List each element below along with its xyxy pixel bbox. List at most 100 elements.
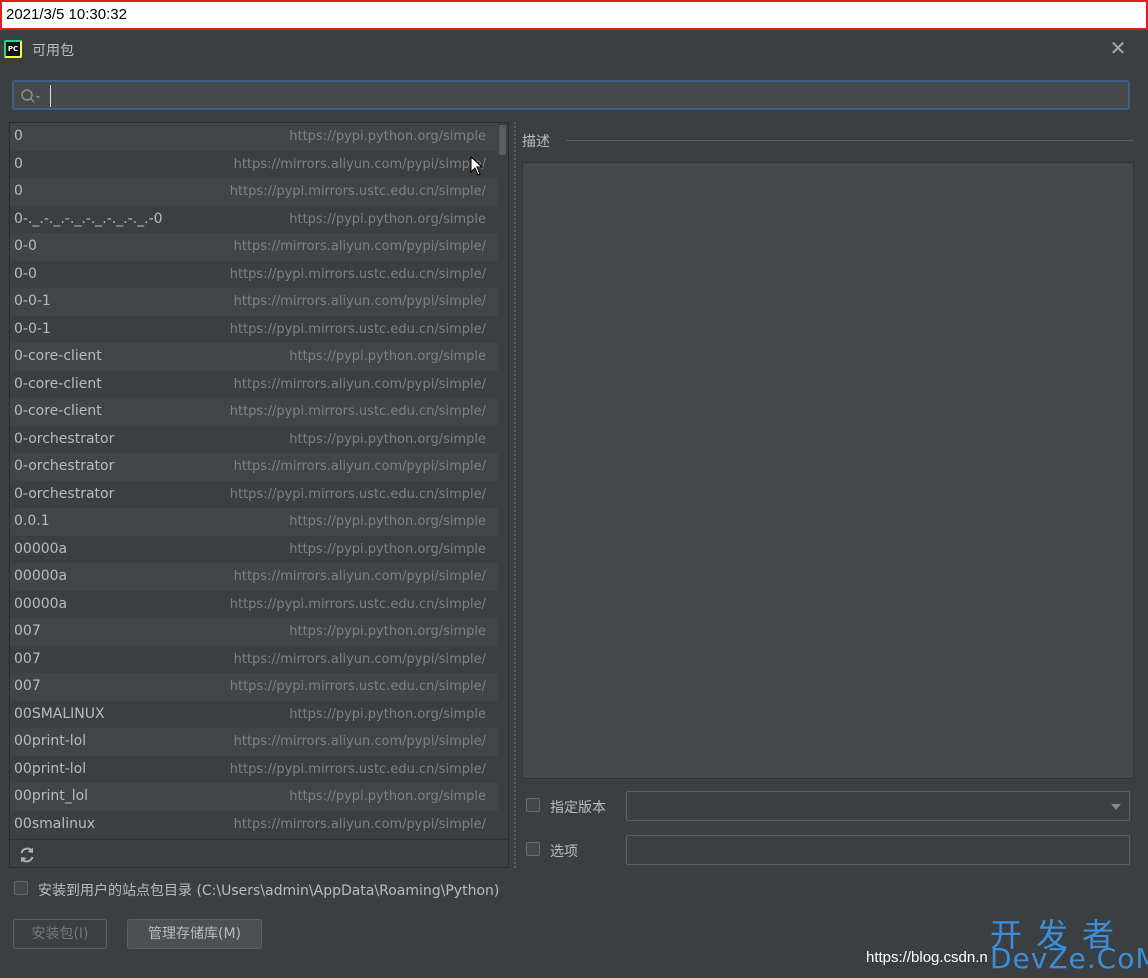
package-repository: https://pypi.python.org/simple <box>289 541 486 557</box>
package-name: 0-core-client <box>14 348 102 364</box>
package-name: 00smalinux <box>14 815 96 832</box>
version-select[interactable] <box>626 791 1130 821</box>
package-row[interactable]: 00print-lol https://mirrors.aliyun.com/py… <box>10 728 498 756</box>
package-repository: https://mirrors.aliyun.com/pypi/simple/ <box>233 156 486 172</box>
watermark-logo: 开发者 DevZe.CoM <box>990 910 1148 976</box>
package-name: 00print-lol <box>14 733 87 749</box>
package-row[interactable]: 0-core-client https://pypi.mirrors.ustc.e… <box>10 398 498 426</box>
package-row[interactable]: 00print-lol https://pypi.mirrors.ustc.edu… <box>10 756 498 784</box>
close-button[interactable]: ✕ <box>1108 38 1128 58</box>
package-repository: https://pypi.python.org/simple <box>289 129 486 144</box>
mouse-cursor-icon <box>470 156 484 176</box>
package-name: 0-._.-._.-._.-._.-._.-._.-0 <box>14 210 163 227</box>
package-row[interactable]: 0 https://mirrors.aliyun.com/pypi/simple/ <box>10 151 498 179</box>
list-toolbar <box>10 839 508 867</box>
package-row[interactable]: 00SMALINUX https://pypi.python.org/simple <box>10 701 498 729</box>
package-repository: https://pypi.mirrors.ustc.edu.cn/simple/ <box>229 321 486 337</box>
package-name: 0.0.1 <box>14 513 50 529</box>
package-name: 00print-lol <box>14 760 87 777</box>
search-input[interactable] <box>50 85 1127 107</box>
options-label: 选项 <box>550 844 578 860</box>
package-row[interactable]: 0-core-client https://pypi.python.org/sim… <box>10 343 498 371</box>
package-row[interactable]: 00000a https://pypi.python.org/simple <box>10 536 498 564</box>
package-row[interactable]: 0-._.-._.-._.-._.-._.-._.-0 https://pypi.… <box>10 206 498 234</box>
package-row[interactable]: 007 https://pypi.mirrors.ustc.edu.cn/simp… <box>10 673 498 701</box>
package-row[interactable]: 00print_lol https://pypi.python.org/simpl… <box>10 783 498 811</box>
window-title: 可用包 <box>32 43 74 59</box>
description-label: 描述 <box>522 134 550 150</box>
package-repository: https://mirrors.aliyun.com/pypi/simple/ <box>233 816 486 832</box>
options-input[interactable] <box>626 835 1130 865</box>
watermark-logo-bottom: DevZe.CoM <box>990 942 1148 975</box>
package-name: 0 <box>14 128 23 144</box>
description-divider <box>566 140 1134 141</box>
package-row[interactable]: 00000a https://pypi.mirrors.ustc.edu.cn/s… <box>10 591 498 619</box>
package-repository: https://mirrors.aliyun.com/pypi/simple/ <box>233 294 486 309</box>
package-name: 0-0 <box>14 238 37 254</box>
timestamp-bar: 2021/3/5 10:30:32 <box>0 0 1148 30</box>
package-repository: https://pypi.python.org/simple <box>289 431 486 447</box>
package-name: 00000a <box>14 540 68 557</box>
package-row[interactable]: 0.0.1 https://pypi.python.org/simple <box>10 508 498 536</box>
package-row[interactable]: 0-0-1 https://mirrors.aliyun.com/pypi/sim… <box>10 288 498 316</box>
watermark-url: https://blog.csdn.n <box>866 949 988 966</box>
package-repository: https://pypi.python.org/simple <box>289 706 486 722</box>
description-area <box>522 162 1134 779</box>
search-icon[interactable] <box>20 88 42 104</box>
package-name: 0-orchestrator <box>14 430 115 447</box>
package-repository: https://mirrors.aliyun.com/pypi/simple/ <box>233 569 486 584</box>
package-row[interactable]: 0-orchestrator https://mirrors.aliyun.com… <box>10 453 498 481</box>
package-repository: https://pypi.mirrors.ustc.edu.cn/simple/ <box>229 184 486 199</box>
manage-repositories-button[interactable]: 管理存储库(M) <box>127 919 262 949</box>
package-row[interactable]: 0-core-client https://mirrors.aliyun.com/… <box>10 371 498 399</box>
package-name: 00print_lol <box>14 788 89 804</box>
package-name: 0-0-1 <box>14 293 51 309</box>
package-repository: https://pypi.mirrors.ustc.edu.cn/simple/ <box>229 486 486 502</box>
specify-version-label: 指定版本 <box>550 800 606 816</box>
refresh-icon[interactable] <box>18 846 36 864</box>
package-row[interactable]: 0-0 https://mirrors.aliyun.com/pypi/simpl… <box>10 233 498 261</box>
package-row[interactable]: 0 https://pypi.mirrors.ustc.edu.cn/simple… <box>10 178 498 206</box>
close-icon: ✕ <box>1109 36 1127 60</box>
package-row[interactable]: 0-0-1 https://pypi.mirrors.ustc.edu.cn/si… <box>10 316 498 344</box>
package-name: 0 <box>14 183 23 199</box>
search-box[interactable] <box>12 80 1130 110</box>
package-repository: https://pypi.mirrors.ustc.edu.cn/simple/ <box>229 761 486 777</box>
package-name: 007 <box>14 678 41 694</box>
install-package-button[interactable]: 安装包(I) <box>13 919 107 949</box>
package-row[interactable]: 0-orchestrator https://pypi.python.org/si… <box>10 426 498 454</box>
package-repository: https://pypi.python.org/simple <box>289 789 486 804</box>
package-repository: https://pypi.mirrors.ustc.edu.cn/simple/ <box>229 404 486 419</box>
package-name: 007 <box>14 623 41 639</box>
pycharm-icon: PC <box>4 40 22 58</box>
package-row[interactable]: 007 https://mirrors.aliyun.com/pypi/simpl… <box>10 646 498 674</box>
package-repository: https://pypi.mirrors.ustc.edu.cn/simple/ <box>229 679 486 694</box>
package-repository: https://mirrors.aliyun.com/pypi/simple/ <box>233 651 486 667</box>
chevron-down-icon <box>1111 804 1121 810</box>
options-checkbox[interactable] <box>526 842 540 856</box>
package-row[interactable]: 00smalinux https://mirrors.aliyun.com/pyp… <box>10 811 498 839</box>
user-site-label: 安装到用户的站点包目录 (C:\Users\admin\AppData\Roam… <box>38 883 500 899</box>
package-name: 0-0-1 <box>14 320 51 337</box>
package-row[interactable]: 0-orchestrator https://pypi.mirrors.ustc.… <box>10 481 498 509</box>
package-name: 0-orchestrator <box>14 485 115 502</box>
package-repository: https://mirrors.aliyun.com/pypi/simple/ <box>233 734 486 749</box>
specify-version-checkbox[interactable] <box>526 798 540 812</box>
package-name: 0-orchestrator <box>14 458 115 474</box>
package-repository: https://pypi.python.org/simple <box>289 624 486 639</box>
package-row[interactable]: 0 https://pypi.python.org/simple <box>10 123 498 151</box>
user-site-checkbox[interactable] <box>14 881 28 895</box>
package-name: 0 <box>14 155 23 172</box>
panel-splitter[interactable] <box>511 122 519 868</box>
package-name: 00SMALINUX <box>14 705 105 722</box>
package-repository: https://pypi.python.org/simple <box>289 211 486 227</box>
package-name: 0-core-client <box>14 403 102 419</box>
package-repository: https://mirrors.aliyun.com/pypi/simple/ <box>233 459 486 474</box>
scrollbar-thumb[interactable] <box>499 125 506 155</box>
package-row[interactable]: 007 https://pypi.python.org/simple <box>10 618 498 646</box>
package-list-panel: 0 https://pypi.python.org/simple 0 https://… <box>9 122 509 868</box>
package-row[interactable]: 00000a https://mirrors.aliyun.com/pypi/si… <box>10 563 498 591</box>
package-repository: https://pypi.python.org/simple <box>289 349 486 364</box>
package-row[interactable]: 0-0 https://pypi.mirrors.ustc.edu.cn/simp… <box>10 261 498 289</box>
scrollbar[interactable] <box>498 123 508 843</box>
